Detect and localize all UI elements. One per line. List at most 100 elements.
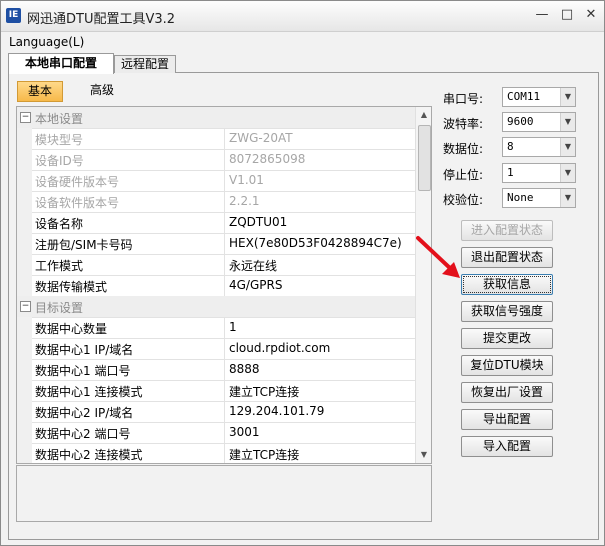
property-value[interactable]: 永远在线 [229,257,277,274]
row-gutter [17,422,32,443]
get-info-button[interactable]: 获取信息 [461,274,553,295]
property-value: V1.01 [229,173,264,187]
tab-local-serial[interactable]: 本地串口配置 [8,53,114,74]
reset-dtu-button[interactable]: 复位DTU模块 [461,355,553,376]
property-row[interactable]: 模块型号 ZWG-20AT [17,128,415,150]
maximize-icon[interactable]: □ [557,6,577,24]
property-value[interactable]: ZQDTU01 [229,215,287,229]
app-icon: IE [6,8,21,23]
chevron-down-icon[interactable]: ▼ [560,88,575,106]
column-divider[interactable] [224,380,225,401]
tab-remote[interactable]: 远程配置 [114,55,176,73]
column-divider[interactable] [224,149,225,170]
property-key: 数据中心2 端口号 [35,427,131,441]
column-divider[interactable] [224,254,225,275]
row-gutter [17,128,32,149]
baud-select[interactable]: 9600 ▼ [502,112,576,132]
property-value[interactable]: 8888 [229,362,260,376]
parity-value: None [507,191,534,204]
property-key: 设备名称 [35,217,84,231]
property-value[interactable]: 129.204.101.79 [229,404,324,418]
property-key: 设备ID号 [35,154,84,168]
column-divider[interactable] [224,401,225,422]
submit-changes-button[interactable]: 提交更改 [461,328,553,349]
row-gutter [17,338,32,359]
property-row[interactable]: 注册包/SIM卡号码 HEX(7e80D53F0428894C7e) [17,233,415,255]
row-gutter [17,401,32,422]
parity-select[interactable]: None ▼ [502,188,576,208]
property-row[interactable]: 数据中心2 连接模式 建立TCP连接 [17,443,415,463]
property-value[interactable]: 1 [229,320,237,334]
row-gutter [17,212,32,233]
collapse-icon[interactable]: − [20,112,31,123]
property-row[interactable]: 工作模式 永远在线 [17,254,415,276]
property-value[interactable]: 建立TCP连接 [229,383,299,400]
column-divider[interactable] [224,338,225,359]
property-row[interactable]: 数据传输模式 4G/GPRS [17,275,415,297]
parity-label: 校验位: [443,193,484,207]
category-label: 本地设置 [35,112,84,126]
stop-bits-select[interactable]: 1 ▼ [502,163,576,183]
close-icon[interactable]: ✕ [581,6,601,24]
menu-language[interactable]: Language(L) [9,35,84,49]
scroll-up-icon[interactable]: ▲ [416,107,431,123]
chevron-down-icon[interactable]: ▼ [560,189,575,207]
column-divider[interactable] [224,233,225,254]
enter-config-button[interactable]: 进入配置状态 [461,220,553,241]
row-gutter [17,191,32,212]
chevron-down-icon[interactable]: ▼ [560,164,575,182]
factory-reset-button[interactable]: 恢复出厂设置 [461,382,553,403]
get-signal-strength-button[interactable]: 获取信号强度 [461,301,553,322]
chevron-down-icon[interactable]: ▼ [560,138,575,156]
property-value[interactable]: HEX(7e80D53F0428894C7e) [229,236,402,250]
row-gutter [17,170,32,191]
column-divider[interactable] [224,128,225,149]
property-row[interactable]: 设备ID号 8072865098 [17,149,415,171]
property-row[interactable]: 数据中心数量 1 [17,317,415,339]
row-gutter [17,380,32,401]
collapse-icon[interactable]: − [20,301,31,312]
baud-label: 波特率: [443,117,484,131]
row-gutter [17,275,32,296]
property-value[interactable]: 建立TCP连接 [229,446,299,463]
exit-config-button[interactable]: 退出配置状态 [461,247,553,268]
subtab-basic[interactable]: 基本 [17,81,63,102]
property-key: 模块型号 [35,133,84,147]
column-divider[interactable] [224,317,225,338]
data-bits-label: 数据位: [443,142,484,156]
property-row[interactable]: 设备名称 ZQDTU01 [17,212,415,234]
property-value[interactable]: 4G/GPRS [229,278,282,292]
column-divider[interactable] [224,359,225,380]
title-bar[interactable]: IE 网迅通DTU配置工具V3.2 — □ ✕ [1,1,604,32]
property-key: 数据中心1 IP/域名 [35,343,134,357]
column-divider[interactable] [224,443,225,463]
column-divider[interactable] [224,275,225,296]
minimize-icon[interactable]: — [532,6,552,24]
property-row[interactable]: 设备硬件版本号 V1.01 [17,170,415,192]
data-bits-select[interactable]: 8 ▼ [502,137,576,157]
property-row[interactable]: 设备软件版本号 2.2.1 [17,191,415,213]
scroll-thumb[interactable] [418,125,431,191]
property-value[interactable]: cloud.rpdiot.com [229,341,330,355]
property-row[interactable]: 数据中心1 IP/域名 cloud.rpdiot.com [17,338,415,360]
column-divider[interactable] [224,191,225,212]
column-divider[interactable] [224,212,225,233]
column-divider[interactable] [224,170,225,191]
property-row[interactable]: 数据中心1 连接模式 建立TCP连接 [17,380,415,402]
port-label: 串口号: [443,92,484,106]
port-select[interactable]: COM11 ▼ [502,87,576,107]
baud-value: 9600 [507,115,534,128]
property-row[interactable]: 数据中心2 端口号 3001 [17,422,415,444]
property-value[interactable]: 3001 [229,425,260,439]
property-row[interactable]: 数据中心1 端口号 8888 [17,359,415,381]
chevron-down-icon[interactable]: ▼ [560,113,575,131]
category-label: 目标设置 [35,301,84,315]
property-row[interactable]: 数据中心2 IP/域名 129.204.101.79 [17,401,415,423]
row-gutter [17,149,32,170]
column-divider[interactable] [224,422,225,443]
subtab-advanced[interactable]: 高级 [80,81,124,100]
grid-scrollbar[interactable]: ▲ ▼ [415,107,431,463]
export-config-button[interactable]: 导出配置 [461,409,553,430]
scroll-down-icon[interactable]: ▼ [416,447,431,463]
import-config-button[interactable]: 导入配置 [461,436,553,457]
